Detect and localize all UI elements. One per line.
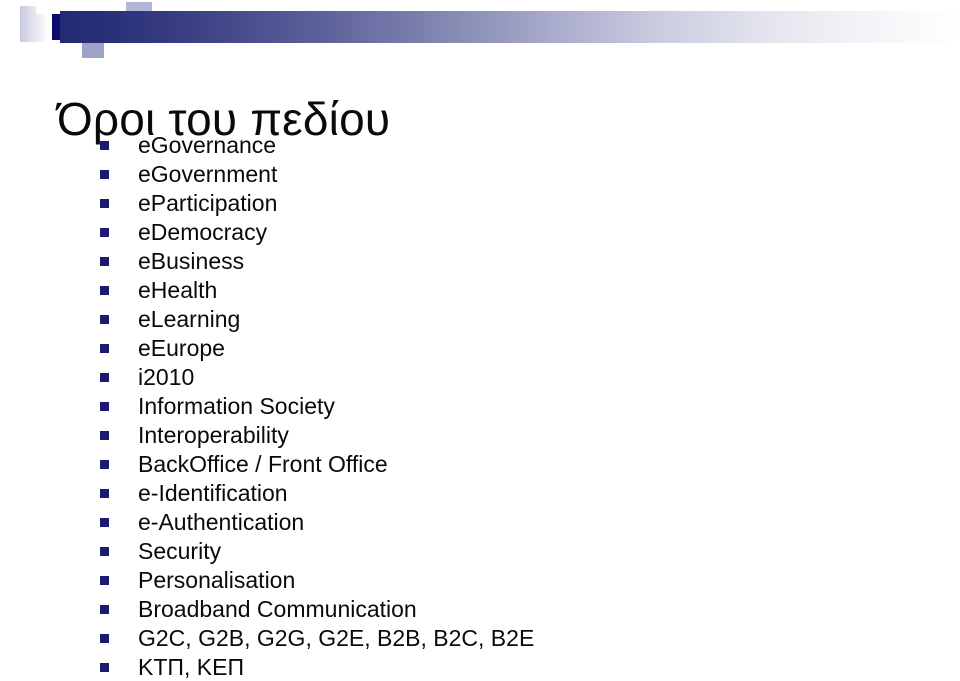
square-bullet-icon <box>100 460 109 469</box>
list-item-label: eGovernance <box>138 132 277 158</box>
square-bullet-icon <box>100 170 109 179</box>
list-item-label: e-Authentication <box>138 509 305 535</box>
list-item: Interoperability <box>0 421 960 450</box>
list-item-label: eBusiness <box>138 248 245 274</box>
square-bullet-icon <box>100 547 109 556</box>
square-bullet-icon <box>100 286 109 295</box>
list-item: eBusiness <box>0 247 960 276</box>
square-bullet-icon <box>100 344 109 353</box>
header-decoration <box>0 0 960 60</box>
bullet-list: eGovernance eGovernment eParticipation eDem… <box>0 131 960 681</box>
list-item-label: eLearning <box>138 306 241 332</box>
square-bullet-icon <box>100 518 109 527</box>
square-bullet-icon <box>100 605 109 614</box>
square-bullet-icon <box>100 431 109 440</box>
list-item-label: Interoperability <box>138 422 289 448</box>
decorative-tile-white-above-navy <box>36 6 52 14</box>
list-item-label: G2C, G2B, G2G, G2E, B2B, B2C, B2E <box>138 625 535 651</box>
list-item: Personalisation <box>0 566 960 595</box>
list-item: G2C, G2B, G2G, G2E, B2B, B2C, B2E <box>0 624 960 653</box>
list-item: Information Society <box>0 392 960 421</box>
list-item-label: e-Identification <box>138 480 288 506</box>
list-item: eEurope <box>0 334 960 363</box>
list-item-label: BackOffice / Front Office <box>138 451 388 477</box>
list-item-label: ΚΤΠ, ΚΕΠ <box>138 654 245 680</box>
square-bullet-icon <box>100 489 109 498</box>
list-item: Broadband Communication <box>0 595 960 624</box>
list-item: eParticipation <box>0 189 960 218</box>
list-item: eDemocracy <box>0 218 960 247</box>
square-bullet-icon <box>100 402 109 411</box>
square-bullet-icon <box>100 141 109 150</box>
list-item-label: eHealth <box>138 277 218 303</box>
square-bullet-icon <box>100 634 109 643</box>
square-bullet-icon <box>100 315 109 324</box>
list-item-label: eEurope <box>138 335 225 361</box>
square-bullet-icon <box>100 257 109 266</box>
square-bullet-icon <box>100 576 109 585</box>
list-item: eLearning <box>0 305 960 334</box>
list-item-label: eParticipation <box>138 190 278 216</box>
decorative-tile-white-lower-left <box>20 42 36 52</box>
list-item: e-Identification <box>0 479 960 508</box>
square-bullet-icon <box>100 663 109 672</box>
square-bullet-icon <box>100 373 109 382</box>
decorative-tile-white-under-navy <box>48 42 82 54</box>
list-item: BackOffice / Front Office <box>0 450 960 479</box>
list-item-label: Broadband Communication <box>138 596 417 622</box>
decorative-tile-medium-bottom <box>82 42 104 58</box>
list-item: i2010 <box>0 363 960 392</box>
list-item-label: eDemocracy <box>138 219 268 245</box>
header-gradient-bar <box>60 11 960 43</box>
list-item: eHealth <box>0 276 960 305</box>
list-item: ΚΤΠ, ΚΕΠ <box>0 653 960 681</box>
list-item-label: i2010 <box>138 364 195 390</box>
presentation-slide: Όροι του πεδίου eGovernance eGovernment eP… <box>0 0 960 681</box>
list-item: eGovernment <box>0 160 960 189</box>
list-item: eGovernance <box>0 131 960 160</box>
list-item-label: Personalisation <box>138 567 296 593</box>
list-item-label: eGovernment <box>138 161 278 187</box>
square-bullet-icon <box>100 228 109 237</box>
list-item: Security <box>0 537 960 566</box>
square-bullet-icon <box>100 199 109 208</box>
list-item-label: Security <box>138 538 222 564</box>
list-item-label: Information Society <box>138 393 335 419</box>
list-item: e-Authentication <box>0 508 960 537</box>
